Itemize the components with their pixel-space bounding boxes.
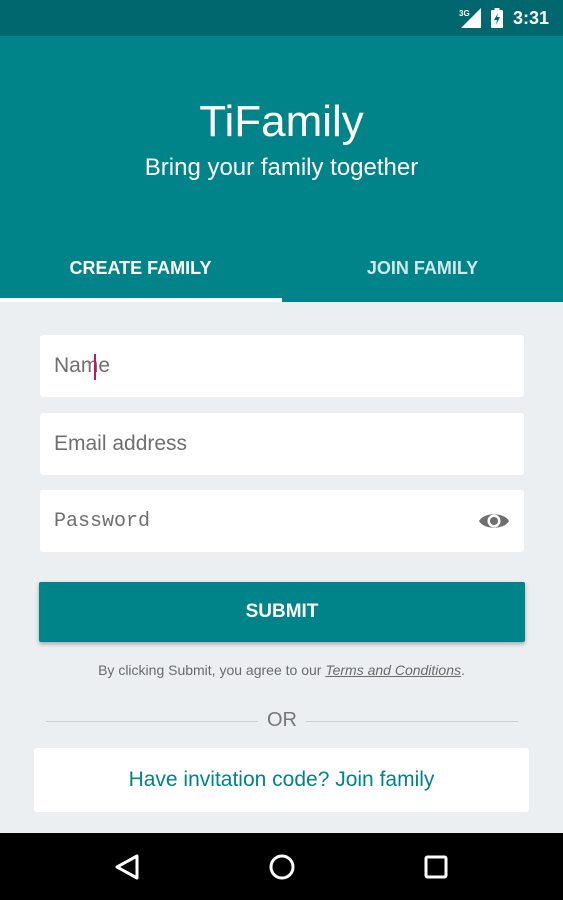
password-field[interactable] (40, 490, 524, 552)
app-subtitle: Bring your family together (144, 154, 419, 181)
name-input[interactable] (54, 346, 454, 386)
status-bar: 3G 3:31 (0, 0, 563, 36)
svg-text:3G: 3G (459, 9, 470, 18)
or-separator: OR (267, 709, 297, 731)
signal-3g-icon: 3G (459, 8, 481, 28)
terms-notice: By clicking Submit, you agree to our Ter… (0, 660, 563, 680)
status-time: 3:31 (512, 7, 549, 28)
back-icon[interactable] (112, 852, 142, 882)
email-field[interactable] (40, 413, 524, 475)
terms-link[interactable]: Terms and Conditions (325, 662, 461, 678)
app-header: TiFamily Bring your family together CREA… (0, 36, 563, 302)
submit-button[interactable]: SUBMIT (39, 582, 525, 642)
home-icon[interactable] (267, 852, 297, 882)
recents-icon[interactable] (421, 852, 451, 882)
show-password-eye-icon[interactable] (478, 506, 510, 536)
battery-charging-icon (490, 8, 503, 28)
app-title: TiFamily (199, 97, 364, 146)
divider-left (46, 721, 258, 722)
tab-indicator (0, 298, 282, 302)
tab-join-family[interactable]: JOIN FAMILY (282, 248, 563, 288)
text-cursor (94, 354, 96, 380)
terms-suffix: . (461, 662, 465, 678)
name-field[interactable] (40, 335, 524, 397)
password-input[interactable] (54, 501, 454, 541)
tab-create-family[interactable]: CREATE FAMILY (0, 248, 281, 288)
email-input[interactable] (54, 424, 454, 464)
join-family-link[interactable]: Have invitation code? Join family (34, 748, 529, 812)
divider-right (306, 721, 518, 722)
navigation-bar (0, 833, 563, 900)
terms-prefix: By clicking Submit, you agree to our (98, 662, 326, 678)
